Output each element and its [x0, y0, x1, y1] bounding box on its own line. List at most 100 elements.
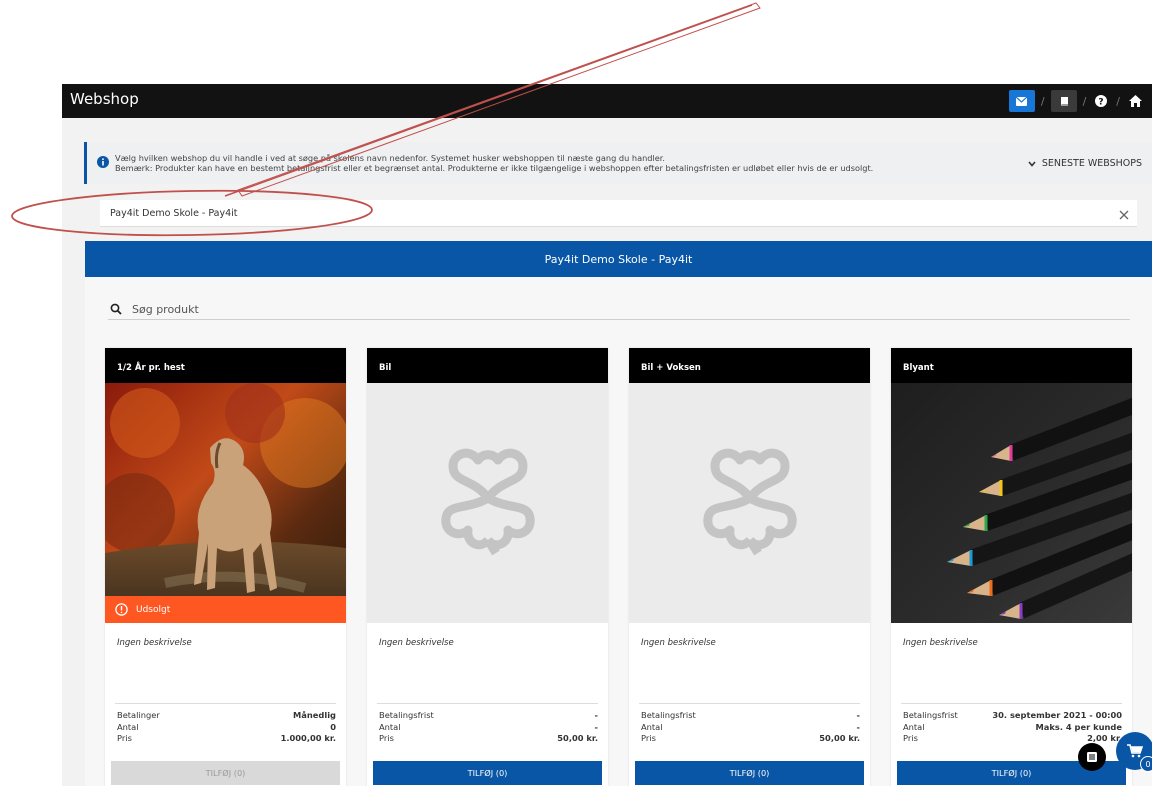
alert-circle-icon	[115, 603, 128, 616]
info-text: Vælg hvilken webshop du vil handle i ved…	[115, 153, 873, 173]
add-to-cart-button[interactable]: TILFØJ (0)	[373, 761, 602, 785]
messages-button[interactable]	[1008, 90, 1035, 112]
question-icon: ?	[1095, 95, 1108, 108]
separator: /	[1040, 94, 1045, 108]
webshop-banner: Pay4it Demo Skole - Pay4it	[85, 241, 1152, 277]
divider	[115, 703, 336, 704]
product-meta: Betalinger Månedlig Antal 0 Pris 1.000,00 k…	[117, 710, 336, 745]
guide-button[interactable]	[1050, 90, 1077, 112]
meta-value: -	[856, 721, 860, 732]
product-meta: Betalingsfrist 30. september 2021 - 00:00…	[903, 710, 1122, 745]
meta-value: -	[594, 721, 598, 732]
info-line: Vælg hvilken webshop du vil handle i ved…	[115, 153, 665, 163]
latest-webshops-toggle[interactable]: SENESTE WEBSHOPS	[1028, 158, 1142, 169]
pencils-photo	[891, 383, 1132, 623]
product-image-horse: Udsolgt	[105, 383, 346, 623]
separator: /	[1116, 94, 1120, 108]
info-icon	[97, 156, 109, 168]
screenshot: Webshop / / ? / Vælg hvilken webshop du …	[0, 0, 1152, 786]
divider	[901, 703, 1122, 704]
chevron-down-icon	[1028, 160, 1036, 167]
meta-label: Antal	[117, 721, 139, 732]
home-icon	[1128, 95, 1142, 107]
product-card: Bil + Voksen Ingen beskrivelse Betalings…	[629, 348, 870, 786]
meta-row: Antal -	[641, 722, 860, 734]
meta-row: Betalingsfrist -	[641, 710, 860, 722]
horse-photo	[105, 383, 346, 623]
meta-value: 0	[330, 721, 336, 732]
search-input[interactable]: Søg produkt	[132, 303, 199, 316]
divider	[377, 703, 598, 704]
meta-label: Pris	[903, 733, 918, 743]
order-list-button[interactable]	[1078, 743, 1106, 771]
meta-label: Pris	[379, 733, 394, 743]
meta-row: Betalinger Månedlig	[117, 710, 336, 722]
product-description: Ingen beskrivelse	[641, 638, 716, 648]
envelope-icon	[1016, 96, 1028, 106]
meta-value: 50,00 kr.	[557, 733, 598, 743]
cart-icon	[1127, 744, 1143, 758]
meta-row: Betalingsfrist -	[379, 710, 598, 722]
product-meta: Betalingsfrist - Antal - Pris 50,00 kr.	[379, 710, 598, 745]
meta-label: Betalingsfrist	[379, 710, 434, 720]
product-description: Ingen beskrivelse	[379, 638, 454, 648]
meta-label: Antal	[641, 721, 663, 732]
product-search[interactable]: Søg produkt	[108, 300, 1130, 320]
search-icon	[110, 303, 122, 315]
meta-row: Betalingsfrist 30. september 2021 - 00:00	[903, 710, 1122, 722]
meta-label: Pris	[117, 733, 132, 743]
meta-row: Antal Maks. 4 per kunde	[903, 722, 1122, 734]
product-description: Ingen beskrivelse	[117, 638, 192, 648]
product-title: Blyant	[891, 348, 1132, 383]
help-button[interactable]: ?	[1092, 92, 1110, 110]
home-button[interactable]	[1126, 92, 1144, 110]
top-bar-actions: / / ? /	[1008, 90, 1144, 112]
product-title: 1/2 År pr. hest	[105, 348, 346, 383]
meta-label: Betalingsfrist	[641, 710, 696, 720]
clear-selection-button[interactable]	[1119, 205, 1129, 224]
meta-value: Maks. 4 per kunde	[1035, 721, 1122, 732]
webshop-select[interactable]: Pay4it Demo Skole - Pay4it	[100, 200, 1137, 227]
add-to-cart-button[interactable]: TILFØJ (0)	[111, 761, 340, 785]
meta-label: Pris	[641, 733, 656, 743]
webshop-banner-title: Pay4it Demo Skole - Pay4it	[544, 252, 693, 266]
meta-row: Antal -	[379, 722, 598, 734]
product-image-placeholder	[629, 383, 870, 623]
latest-webshops-label: SENESTE WEBSHOPS	[1041, 158, 1142, 169]
meta-value: -	[594, 710, 598, 720]
product-image-pencils	[891, 383, 1132, 623]
divider	[639, 703, 860, 704]
product-title: Bil + Voksen	[629, 348, 870, 383]
book-icon	[1060, 97, 1068, 106]
product-card: Bil Ingen beskrivelse Betalingsfrist - An…	[367, 348, 608, 786]
svg-text:?: ?	[1099, 98, 1104, 108]
info-box: Vælg hvilken webshop du vil handle i ved…	[84, 142, 1152, 184]
info-line: Bemærk: Produkter kan have en bestemt be…	[115, 163, 874, 173]
webshop-select-value: Pay4it Demo Skole - Pay4it	[110, 208, 238, 219]
meta-value: 1.000,00 kr.	[280, 733, 336, 743]
sold-out-banner: Udsolgt	[105, 596, 346, 623]
meta-row: Pris 1.000,00 kr.	[117, 733, 336, 745]
meta-value: 50,00 kr.	[819, 733, 860, 743]
cart-count-badge: 0	[1140, 756, 1152, 772]
list-icon	[1087, 752, 1097, 762]
page-title: Webshop	[70, 90, 139, 108]
meta-value: Månedlig	[293, 710, 336, 720]
clover-placeholder-icon	[440, 448, 535, 556]
clover-placeholder-icon	[702, 448, 797, 556]
meta-row: Antal 0	[117, 722, 336, 734]
top-bar: Webshop / / ? /	[62, 84, 1152, 118]
separator: /	[1082, 94, 1087, 108]
meta-label: Betalingsfrist	[903, 710, 958, 720]
meta-label: Betalinger	[117, 710, 160, 720]
add-to-cart-button[interactable]: TILFØJ (0)	[635, 761, 864, 785]
product-image-placeholder	[367, 383, 608, 623]
meta-value: 30. september 2021 - 00:00	[992, 710, 1122, 720]
product-description: Ingen beskrivelse	[903, 638, 978, 648]
meta-value: -	[856, 710, 860, 720]
close-icon	[1119, 210, 1129, 220]
product-title: Bil	[367, 348, 608, 383]
product-card: Blyant Ingen beskrivelse Betalingsfrist …	[891, 348, 1132, 786]
product-card: 1/2 År pr. hest Udsolgt Ingen beskrivels…	[105, 348, 346, 786]
sold-out-label: Udsolgt	[136, 604, 171, 615]
